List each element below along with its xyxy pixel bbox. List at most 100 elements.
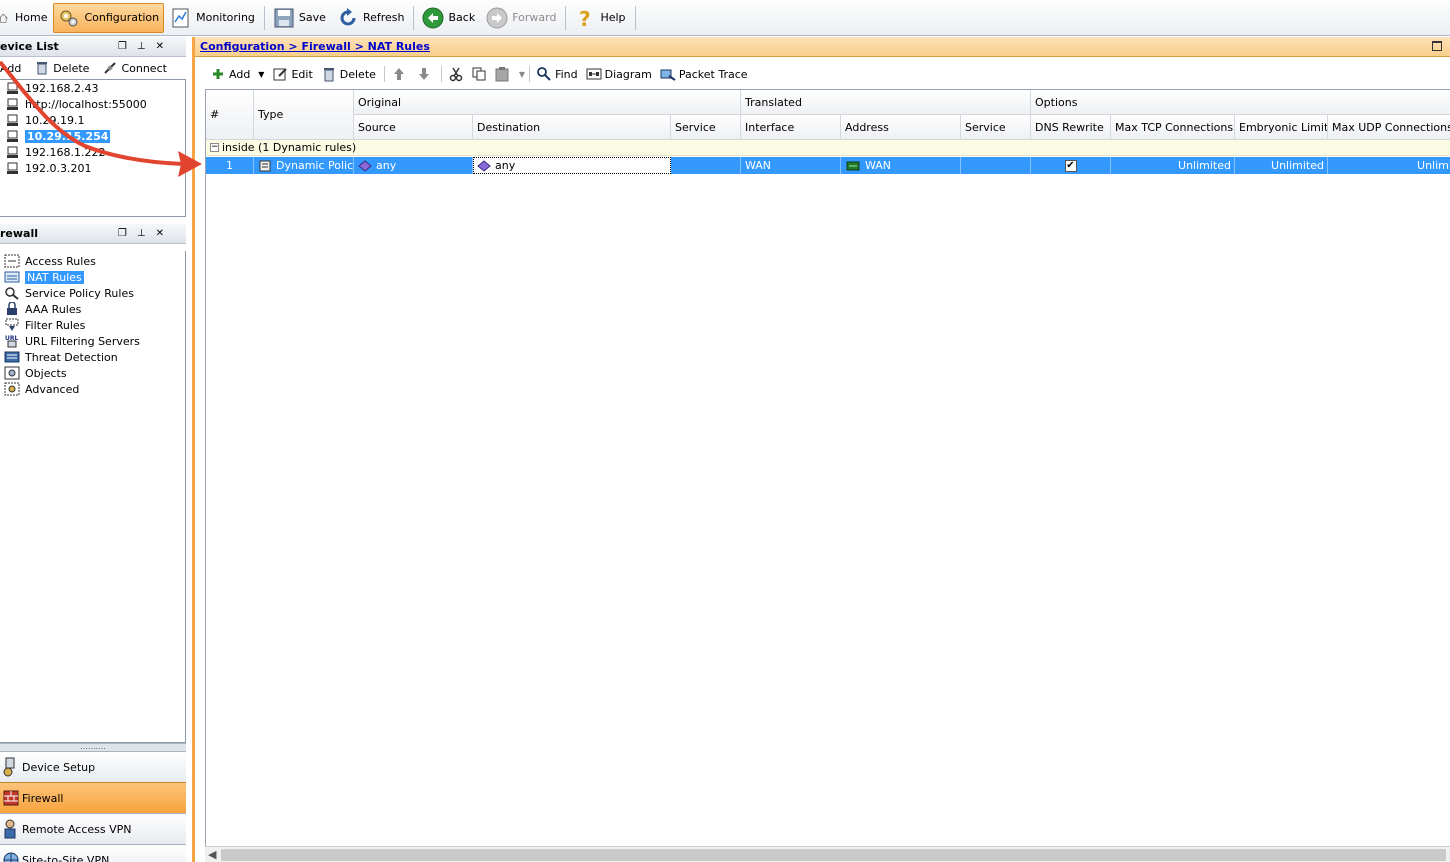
tree-item-aaa-rules[interactable]: AAA Rules (0, 301, 185, 317)
save-label: Save (298, 11, 326, 24)
edit-rule-button[interactable]: Edit (272, 66, 313, 82)
group-header-label: Original (358, 96, 402, 109)
add-rule-label: Add (229, 67, 251, 81)
diagram-label: Diagram (604, 67, 652, 81)
computer-icon (7, 146, 18, 158)
column-header-address[interactable]: Address (841, 115, 961, 140)
chevron-down-icon[interactable]: ▼ (258, 70, 264, 79)
nav-remote-access-vpn-label: Remote Access VPN (22, 822, 132, 836)
close-icon[interactable]: ✕ (156, 41, 174, 52)
breadcrumb[interactable]: Configuration > Firewall > NAT Rules (200, 40, 430, 53)
column-header-interface[interactable]: Interface (741, 115, 841, 140)
group-header-translated: Translated (741, 90, 1031, 115)
delete-rule-button[interactable]: Delete (321, 66, 376, 82)
cell-service (671, 157, 741, 174)
tree-item-access-rules[interactable]: Access Rules (0, 253, 185, 269)
forward-button[interactable]: Forward (481, 3, 561, 33)
toolbar-separator (529, 66, 531, 82)
move-up-button[interactable] (391, 66, 410, 82)
toolbar-separator (440, 66, 442, 82)
tree-item-objects[interactable]: Objects (0, 365, 185, 381)
table-row[interactable]: 1 Dynamic Policy any any WAN WAN ✔ Unlim… (206, 157, 1450, 174)
refresh-label: Refresh (362, 11, 405, 24)
restore-icon[interactable]: ❐ (118, 228, 137, 239)
refresh-button[interactable]: Refresh (332, 3, 410, 33)
nav-firewall[interactable]: Firewall (0, 782, 186, 813)
column-header-service[interactable]: Service (671, 115, 741, 140)
nav-device-setup[interactable]: Device Setup (0, 751, 186, 782)
restore-icon[interactable]: ❐ (118, 41, 137, 52)
nav-site-to-site-vpn[interactable]: Site-to-Site VPN (0, 844, 186, 862)
device-item[interactable]: 10.29.19.1 (0, 112, 185, 128)
cut-button[interactable] (448, 66, 467, 82)
column-header-num[interactable]: # (206, 90, 254, 140)
move-down-button[interactable] (416, 66, 435, 82)
device-item[interactable]: http://localhost:55000 (0, 96, 185, 112)
toolbar-separator (263, 5, 265, 30)
computer-icon (7, 130, 18, 142)
nav-remote-access-vpn[interactable]: Remote Access VPN (0, 813, 186, 844)
cell-interface: WAN (741, 157, 841, 174)
column-header-type[interactable]: Type (254, 90, 354, 140)
monitoring-button[interactable]: Monitoring (165, 3, 260, 33)
edit-rule-label: Edit (291, 67, 313, 81)
device-address: 10.29.19.1 (25, 113, 85, 127)
rule-embryonic-limit: Unlimited (1271, 159, 1324, 172)
diagram-button[interactable]: Diagram (586, 66, 652, 82)
tree-item-advanced[interactable]: Advanced (0, 381, 185, 397)
close-icon[interactable]: ✕ (156, 228, 174, 239)
tree-item-threat-detection[interactable]: Threat Detection (0, 349, 185, 365)
nav-site-to-site-vpn-label: Site-to-Site VPN (22, 853, 110, 862)
tree-item-filter-rules[interactable]: Filter Rules (0, 317, 185, 333)
delete-device-button[interactable]: Delete (35, 61, 89, 75)
column-header-source[interactable]: Source (354, 115, 473, 140)
pin-icon[interactable]: ⊥ (137, 41, 156, 52)
column-header-destination[interactable]: Destination (473, 115, 671, 140)
delete-rule-label: Delete (339, 67, 376, 81)
find-button[interactable]: Find (536, 66, 578, 82)
rule-destination: any (495, 159, 516, 172)
dns-rewrite-checkbox[interactable]: ✔ (1064, 159, 1077, 172)
add-rule-button[interactable]: Add ▼ (210, 66, 264, 82)
device-item[interactable]: 192.168.1.222 (0, 144, 185, 160)
device-item[interactable]: 192.0.3.201 (0, 160, 185, 176)
tree-item-nat-rules[interactable]: NAT Rules (0, 269, 185, 285)
group-header-label: Options (1035, 96, 1078, 109)
horizontal-scrollbar[interactable]: ◀ (205, 846, 1450, 862)
rule-group-row[interactable]: − inside (1 Dynamic rules) (206, 140, 1450, 156)
device-list-header: evice List ❐⊥✕ (0, 37, 186, 57)
back-button[interactable]: Back (417, 3, 480, 33)
tree-item-url-filtering-servers[interactable]: URL URL Filtering Servers (0, 333, 185, 349)
chevron-down-icon[interactable]: ▼ (519, 70, 525, 79)
packet-trace-button[interactable]: Packet Trace (660, 66, 748, 82)
pin-icon[interactable]: ⊥ (137, 228, 156, 239)
maximize-icon[interactable] (1432, 41, 1442, 51)
device-item[interactable]: 192.168.2.43 (0, 80, 185, 96)
scroll-left-icon[interactable]: ◀ (208, 848, 216, 861)
column-header-embryonic-limit[interactable]: Embryonic Limit (1235, 115, 1328, 140)
paste-button[interactable]: ▼ (494, 66, 525, 82)
nav-splitter-grip[interactable]: .......... (0, 743, 186, 751)
home-button[interactable]: Home (0, 3, 52, 33)
rule-interface: WAN (745, 159, 772, 172)
collapse-toggle-icon[interactable]: − (210, 143, 219, 152)
save-button[interactable]: Save (268, 3, 331, 33)
device-address: 192.168.2.43 (25, 81, 99, 95)
device-item-selected[interactable]: 10.29.15.254 (0, 128, 185, 144)
find-label: Find (555, 67, 578, 81)
copy-button[interactable] (471, 66, 490, 82)
group-header-label: Translated (745, 96, 802, 109)
column-header-max-tcp[interactable]: Max TCP Connections (1111, 115, 1235, 140)
column-header-dns-rewrite[interactable]: DNS Rewrite (1031, 115, 1111, 140)
column-header-max-udp[interactable]: Max UDP Connections (1328, 115, 1450, 140)
arrow-up-icon (393, 68, 404, 80)
device-address: 192.0.3.201 (25, 161, 92, 175)
firewall-tree: Access Rules NAT Rules Service Policy Ru… (0, 251, 186, 743)
help-button[interactable]: ? Help (569, 3, 630, 33)
scrollbar-thumb[interactable] (221, 849, 1446, 861)
connect-device-button[interactable]: Connect (103, 61, 167, 75)
column-header-translated-service[interactable]: Service (961, 115, 1031, 140)
tree-item-service-policy-rules[interactable]: Service Policy Rules (0, 285, 185, 301)
configuration-button[interactable]: Configuration (53, 2, 165, 33)
add-device-button[interactable]: Add (0, 62, 21, 75)
